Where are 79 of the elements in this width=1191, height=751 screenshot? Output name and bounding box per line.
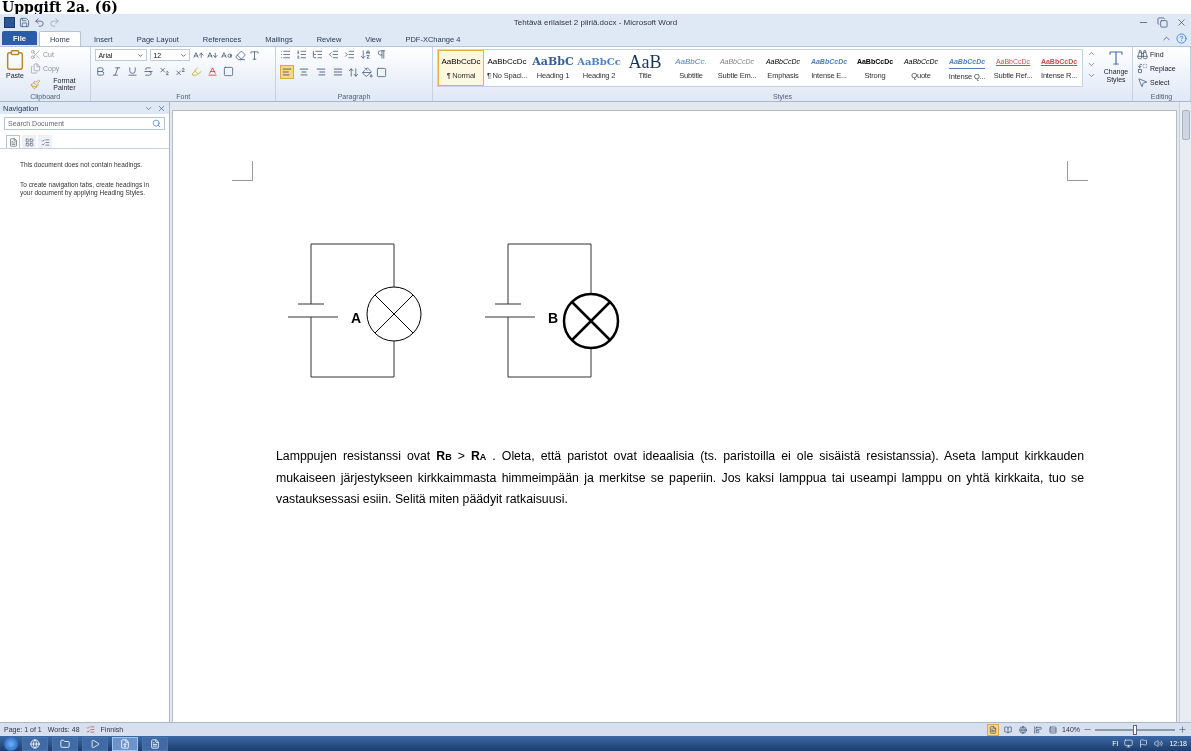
print-layout-button[interactable] — [987, 723, 1000, 736]
numbering-icon[interactable] — [296, 49, 308, 60]
decrease-indent-icon[interactable] — [328, 49, 340, 60]
sort-icon[interactable] — [360, 49, 372, 60]
corner-mark — [1067, 161, 1088, 181]
paintbrush-icon[interactable] — [30, 78, 41, 90]
replace-icon[interactable] — [1137, 63, 1148, 74]
start-button[interactable] — [4, 736, 18, 751]
restore-icon[interactable] — [1157, 16, 1168, 28]
window-title: Tehtävä erilaiset 2 piiriä.docx - Microsoft Word — [513, 17, 678, 27]
word-logo-icon — [4, 16, 15, 28]
outline-view-button[interactable] — [1032, 723, 1045, 736]
pdf-icon — [150, 738, 160, 749]
strikethrough-icon[interactable] — [143, 66, 155, 77]
binoculars-icon[interactable] — [1137, 49, 1148, 60]
pages-view-tab[interactable] — [22, 135, 36, 148]
zoom-thumb[interactable] — [1133, 724, 1137, 735]
scroll-down-icon[interactable] — [1087, 60, 1096, 69]
copy-icon[interactable] — [30, 63, 41, 74]
clear-formatting-icon[interactable] — [235, 49, 247, 61]
line-spacing-icon[interactable] — [348, 66, 360, 78]
undo-icon[interactable] — [34, 16, 45, 28]
volume-icon[interactable] — [1154, 739, 1164, 748]
pointer-icon[interactable] — [1137, 77, 1148, 88]
cut-icon[interactable] — [30, 49, 41, 60]
scroll-up-icon[interactable] — [1087, 49, 1096, 58]
word-icon — [120, 738, 130, 749]
display-icon[interactable] — [1124, 739, 1134, 748]
page-heading: Uppgift 2a. (6) — [2, 0, 118, 14]
headings-view-tab[interactable] — [6, 135, 20, 148]
draft-view-button[interactable] — [1047, 723, 1060, 736]
browser-icon — [30, 738, 40, 749]
superscript-icon[interactable] — [175, 66, 187, 77]
close-icon[interactable] — [1176, 16, 1187, 28]
character-shading-icon[interactable] — [223, 66, 235, 77]
underline-icon[interactable] — [127, 66, 139, 77]
italic-icon[interactable] — [111, 66, 123, 77]
lamp-label: B — [548, 310, 559, 326]
taskbar-button[interactable] — [22, 736, 48, 751]
highlighter-icon[interactable] — [191, 66, 203, 77]
change-styles-icon[interactable] — [1107, 49, 1125, 67]
shading-icon[interactable] — [362, 66, 374, 78]
web-layout-button[interactable] — [1017, 723, 1030, 736]
increase-indent-icon[interactable] — [344, 49, 356, 60]
proofing-icon[interactable] — [85, 725, 95, 734]
pilcrow-icon[interactable] — [376, 49, 388, 60]
reading-view-button[interactable] — [1002, 723, 1015, 736]
font-color-icon[interactable] — [207, 66, 219, 77]
dropdown-caret-icon[interactable] — [137, 51, 145, 59]
multilevel-list-icon[interactable] — [312, 49, 324, 60]
grow-font-icon[interactable] — [193, 49, 205, 61]
taskbar-button[interactable] — [112, 736, 138, 751]
results-view-tab[interactable] — [38, 135, 52, 148]
borders-icon[interactable] — [376, 66, 388, 78]
help-icon[interactable] — [1176, 33, 1187, 44]
search-icon[interactable] — [152, 119, 161, 128]
action-center-icon[interactable] — [1139, 739, 1149, 748]
subscript-icon[interactable] — [159, 66, 171, 77]
more-styles-icon[interactable] — [1087, 71, 1096, 80]
align-left-button[interactable] — [280, 65, 295, 79]
corner-mark — [232, 161, 253, 181]
dropdown-caret-icon[interactable] — [180, 51, 188, 59]
change-case-icon[interactable] — [221, 49, 233, 61]
shrink-font-icon[interactable] — [207, 49, 219, 61]
media-player-icon — [90, 738, 100, 749]
scrollbar-thumb[interactable] — [1181, 110, 1190, 140]
paste-icon[interactable] — [4, 49, 26, 71]
folder-icon — [60, 738, 70, 749]
lamp-label: A — [351, 310, 362, 326]
zoom-in-icon[interactable] — [1178, 725, 1187, 734]
taskbar-button[interactable] — [142, 736, 168, 751]
taskbar-button[interactable] — [52, 736, 78, 751]
text-box-icon[interactable] — [249, 49, 261, 61]
bullets-icon[interactable] — [280, 49, 292, 60]
save-icon[interactable] — [19, 16, 30, 28]
redo-icon[interactable] — [49, 16, 60, 28]
bold-icon[interactable] — [95, 66, 107, 77]
taskbar-button[interactable] — [82, 736, 108, 751]
close-icon[interactable] — [157, 103, 166, 113]
